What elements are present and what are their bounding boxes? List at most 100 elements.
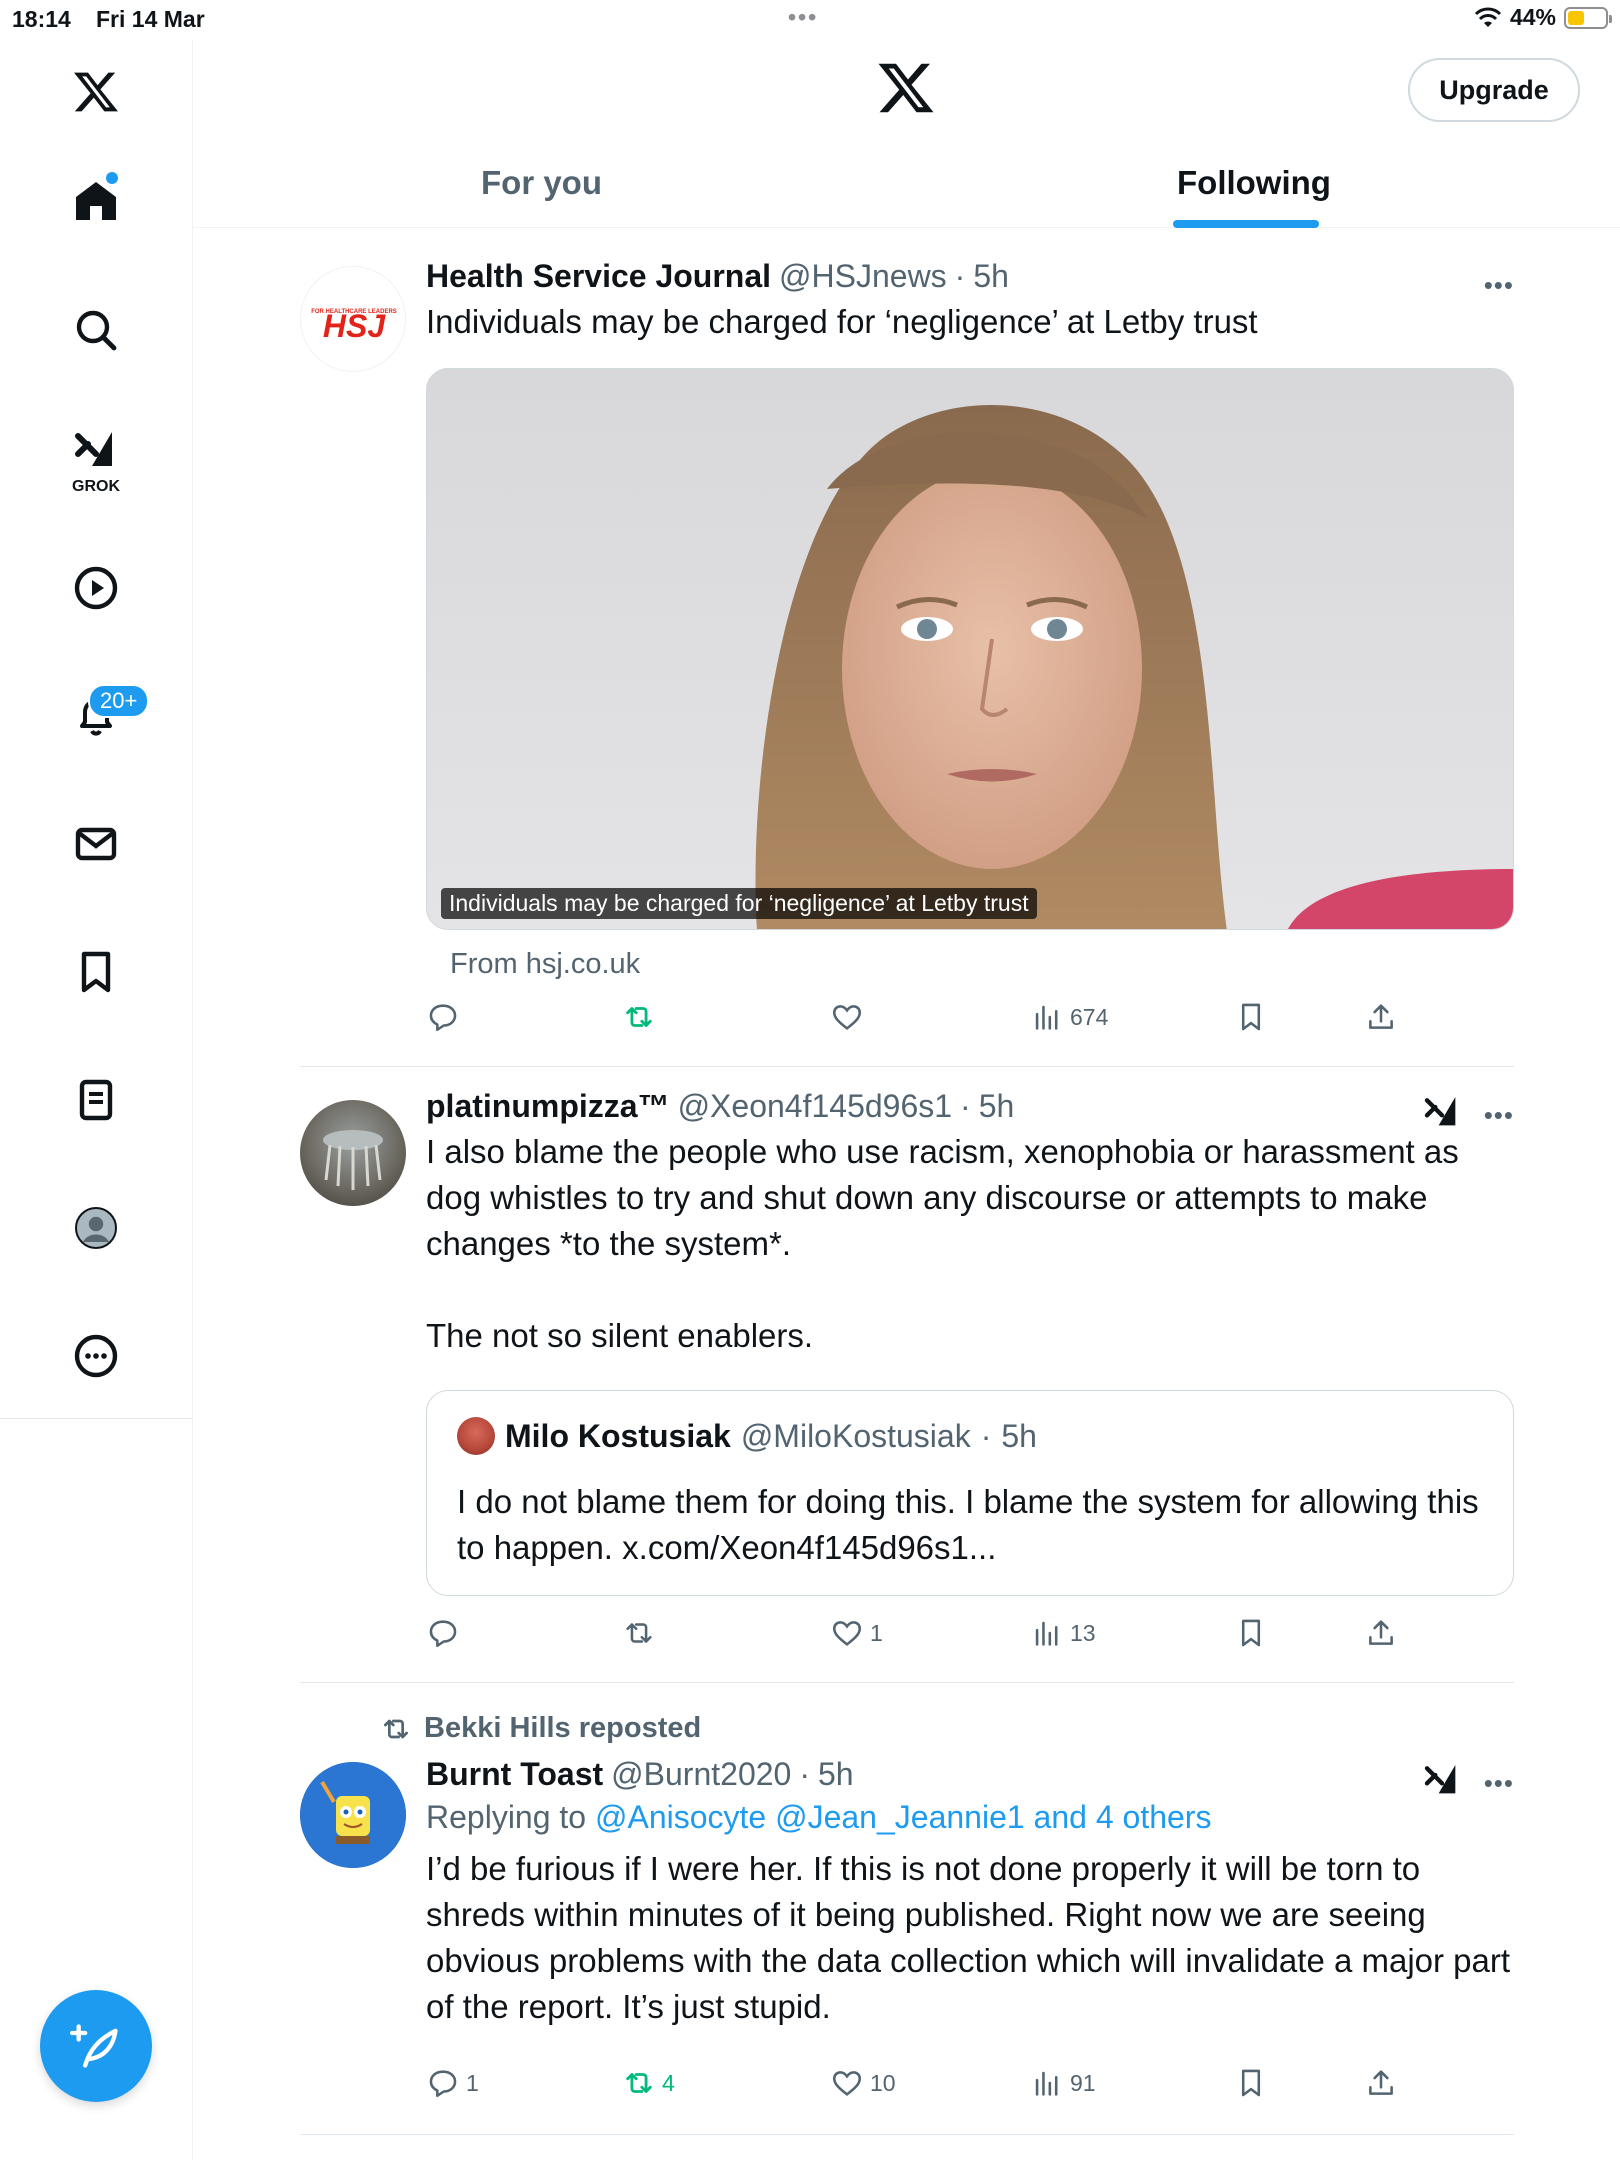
repost-button[interactable] xyxy=(622,1000,662,1034)
more-options-icon[interactable]: ••• xyxy=(1484,270,1514,301)
status-right: 44% xyxy=(1474,4,1612,31)
quoted-text: I do not blame them for doing this. I bl… xyxy=(457,1483,1479,1566)
like-button[interactable]: 10 xyxy=(830,2066,896,2100)
repost-icon xyxy=(626,1007,652,1027)
upgrade-button[interactable]: Upgrade xyxy=(1408,58,1580,122)
share-button[interactable] xyxy=(1364,1616,1398,1650)
author-handle[interactable]: @Xeon4f145d96s1 xyxy=(678,1088,952,1125)
nav-articles[interactable] xyxy=(56,1060,136,1140)
grok-explain-icon[interactable] xyxy=(1422,1760,1462,1800)
replying-to-link[interactable]: @Anisocyte @Jean_Jeannie1 and 4 others xyxy=(595,1799,1211,1835)
nav-more[interactable] xyxy=(56,1316,136,1396)
grok-explain-icon[interactable] xyxy=(1422,1092,1462,1132)
tweet[interactable]: platinumpizza™ @Xeon4f145d96s1 · 5h I al… xyxy=(300,1088,1514,1668)
tweet-divider xyxy=(300,1682,1514,1683)
bookmark-button[interactable] xyxy=(1234,1000,1268,1034)
nav-video[interactable] xyxy=(56,548,136,628)
avatar-platinumpizza[interactable] xyxy=(300,1100,406,1206)
nav-home[interactable] xyxy=(56,162,136,242)
reply-icon xyxy=(429,1004,457,1032)
tweet[interactable]: FOR HEALTHCARE LEADERS HSJ Health Servic… xyxy=(300,258,1514,1058)
tweet-actions: 1 4 10 91 xyxy=(426,2066,1426,2110)
repost-icon xyxy=(626,2073,652,2093)
repost-count: 4 xyxy=(662,2069,675,2096)
more-options-icon[interactable]: ••• xyxy=(1484,1768,1514,1799)
nav-bookmarks[interactable] xyxy=(56,932,136,1012)
profile-avatar-icon xyxy=(75,1207,117,1249)
nav-profile[interactable] xyxy=(56,1188,136,1268)
reply-button[interactable] xyxy=(426,1000,466,1034)
tweet-text: Individuals may be charged for ‘negligen… xyxy=(426,303,1258,340)
bookmark-icon xyxy=(81,951,111,993)
author-handle[interactable]: @Burnt2020 xyxy=(611,1756,791,1793)
multitasking-dots[interactable]: ••• xyxy=(788,4,818,31)
repost-button[interactable]: 4 xyxy=(622,2066,675,2100)
tweet-text: I’d be furious if I were her. If this is… xyxy=(426,1850,1520,2025)
nav-messages[interactable] xyxy=(56,804,136,884)
status-time: 18:14 xyxy=(12,6,71,32)
tweet-divider xyxy=(300,1066,1514,1067)
more-options-icon[interactable]: ••• xyxy=(1484,1100,1514,1131)
link-source[interactable]: From hsj.co.uk xyxy=(450,948,640,981)
share-icon xyxy=(1369,1004,1393,1029)
share-button[interactable] xyxy=(1364,2066,1398,2100)
heart-icon xyxy=(832,1005,862,1030)
link-card-caption: Individuals may be charged for ‘negligen… xyxy=(441,888,1037,919)
author-name[interactable]: Burnt Toast xyxy=(426,1756,603,1793)
reposted-by[interactable]: Bekki Hills reposted xyxy=(380,1712,701,1745)
quoted-tweet-header: Milo Kostusiak @MiloKostusiak · 5h xyxy=(457,1417,1037,1455)
battery-icon xyxy=(1564,6,1612,29)
repost-icon xyxy=(626,1623,652,1643)
battery-percent: 44% xyxy=(1509,4,1556,30)
play-circle-icon xyxy=(74,566,118,610)
share-icon xyxy=(1369,1620,1393,1645)
bookmark-button[interactable] xyxy=(1234,1616,1268,1650)
like-button[interactable] xyxy=(830,1000,870,1034)
tweet-time[interactable]: 5h xyxy=(979,1088,1015,1125)
bookmark-icon xyxy=(1241,1003,1261,1031)
tab-following[interactable]: Following xyxy=(1177,164,1331,202)
author-name[interactable]: platinumpizza™ xyxy=(426,1088,670,1125)
bookmark-icon xyxy=(1241,2069,1261,2097)
tweet-header: Burnt Toast @Burnt2020 · 5h xyxy=(426,1756,854,1793)
tweet-divider xyxy=(300,2134,1514,2135)
avatar-burnt-toast[interactable] xyxy=(300,1762,406,1868)
notifications-badge: 20+ xyxy=(88,684,150,718)
share-button[interactable] xyxy=(1364,1000,1398,1034)
bookmark-button[interactable] xyxy=(1234,2066,1268,2100)
reply-button[interactable] xyxy=(426,1616,466,1650)
compose-post-button[interactable] xyxy=(40,1990,152,2102)
avatar-logo-text: HSJ xyxy=(323,308,386,344)
tweet[interactable]: Burnt Toast @Burnt2020 · 5h Replying to … xyxy=(300,1756,1514,2146)
views-button[interactable]: 13 xyxy=(1030,1616,1096,1650)
reply-count: 1 xyxy=(466,2069,479,2096)
x-logo-icon[interactable] xyxy=(56,52,136,132)
views-button[interactable]: 674 xyxy=(1030,1000,1108,1034)
bookmark-icon xyxy=(1241,1619,1261,1647)
tweet-header: platinumpizza™ @Xeon4f145d96s1 · 5h xyxy=(426,1088,1015,1125)
author-handle[interactable]: @HSJnews xyxy=(779,258,947,295)
avatar-hsj[interactable]: FOR HEALTHCARE LEADERS HSJ xyxy=(300,266,406,372)
wifi-icon xyxy=(1474,7,1502,27)
like-button[interactable]: 1 xyxy=(830,1616,883,1650)
grok-icon xyxy=(75,432,112,466)
analytics-icon xyxy=(1035,1621,1058,1646)
author-name[interactable]: Health Service Journal xyxy=(426,258,771,295)
analytics-icon xyxy=(1035,2071,1058,2096)
views-button[interactable]: 91 xyxy=(1030,2066,1096,2100)
tweet-time[interactable]: 5h xyxy=(973,258,1009,295)
repost-button[interactable] xyxy=(622,1616,662,1650)
share-icon xyxy=(1369,2070,1393,2095)
x-logo-icon[interactable] xyxy=(876,58,936,118)
tweet-time[interactable]: 5h xyxy=(818,1756,854,1793)
reply-button[interactable]: 1 xyxy=(426,2066,479,2100)
compose-feather-icon xyxy=(70,2024,118,2068)
more-circle-icon xyxy=(74,1334,118,1378)
replying-prefix: Replying to xyxy=(426,1799,587,1835)
replying-to: Replying to @Anisocyte @Jean_Jeannie1 an… xyxy=(426,1799,1514,1836)
nav-explore[interactable] xyxy=(56,290,136,370)
tab-for-you[interactable]: For you xyxy=(481,164,602,202)
link-card-image[interactable]: Individuals may be charged for ‘negligen… xyxy=(426,368,1514,930)
quoted-tweet[interactable]: Milo Kostusiak @MiloKostusiak · 5h I do … xyxy=(426,1390,1514,1596)
reply-icon xyxy=(429,2070,457,2098)
